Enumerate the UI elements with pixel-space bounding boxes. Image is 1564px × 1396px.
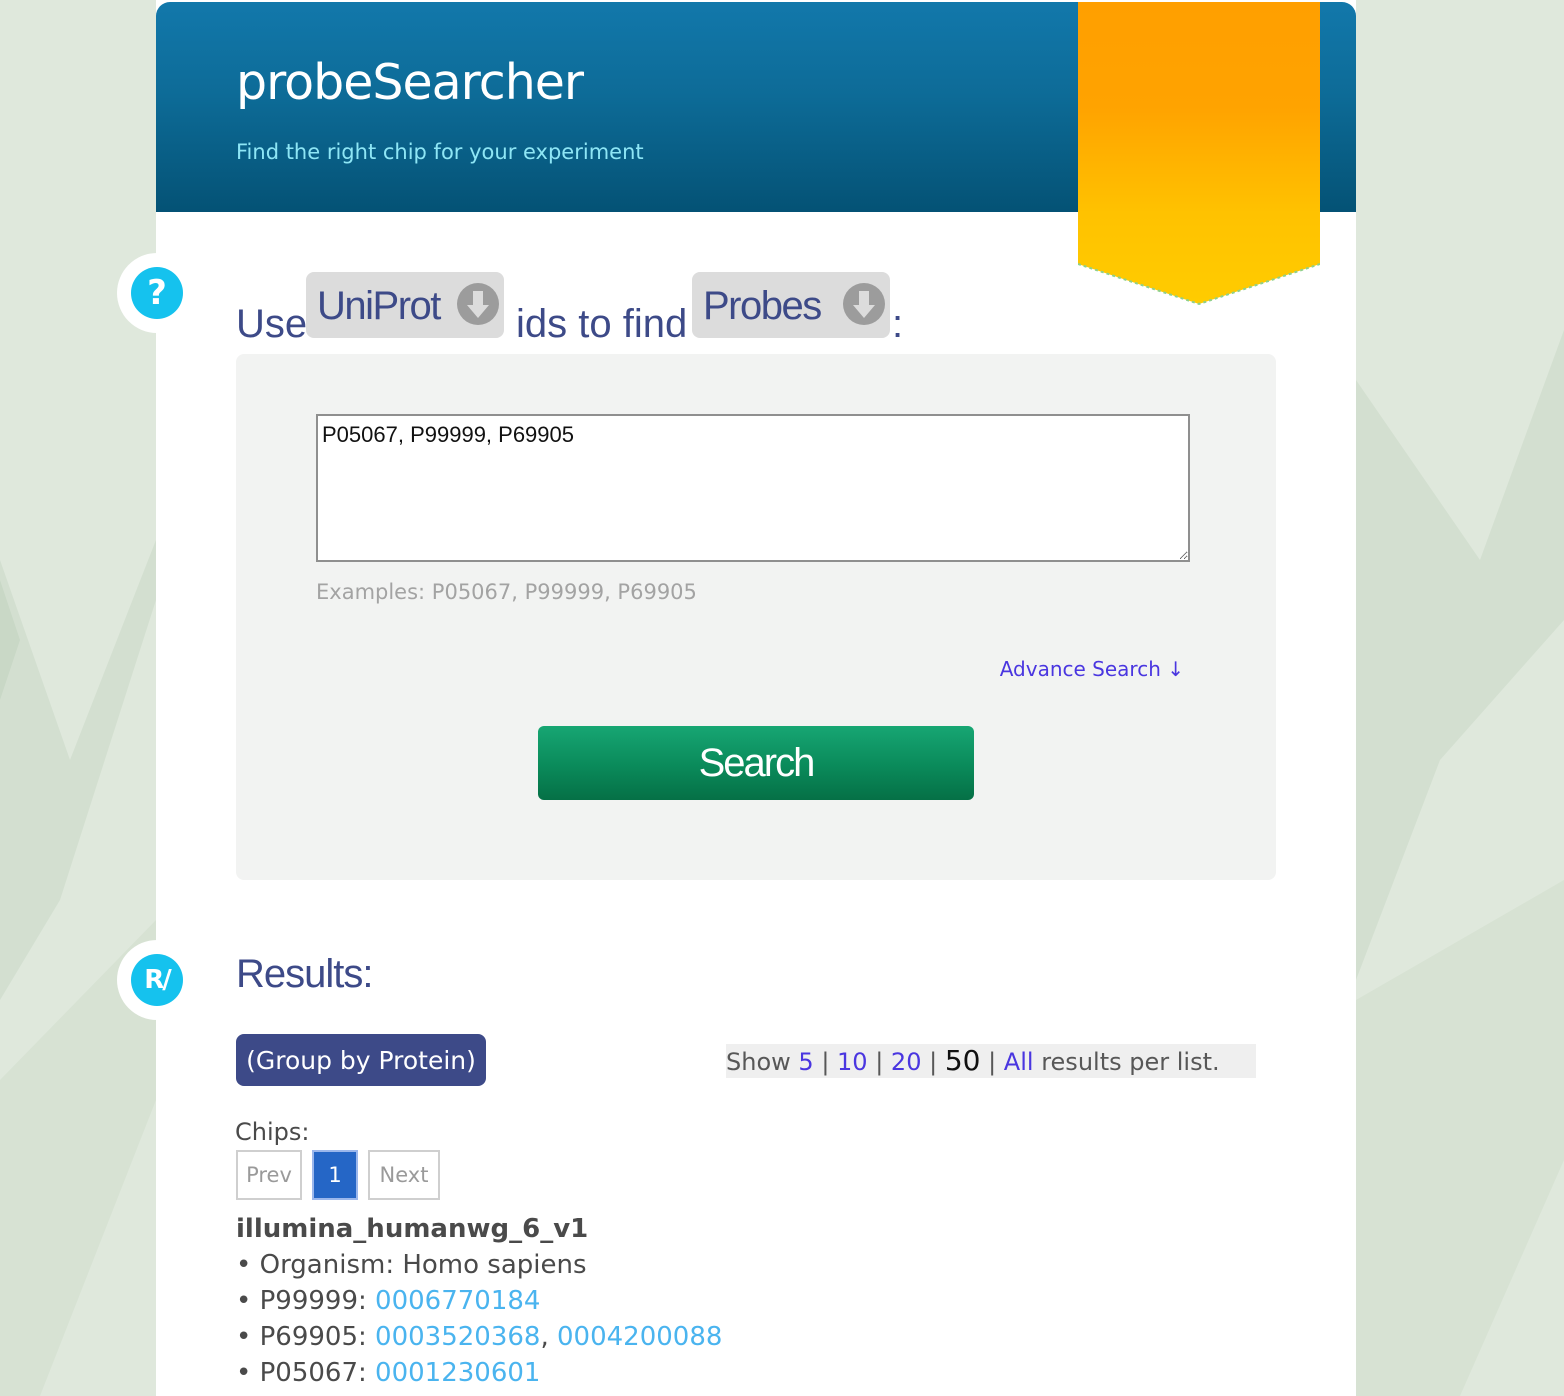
target-type-label: Probes	[703, 284, 822, 328]
pager-prev-button[interactable]: Prev	[236, 1150, 302, 1200]
pager-next-button[interactable]: Next	[368, 1150, 440, 1200]
protein-id: P99999	[259, 1286, 358, 1316]
question-mark-icon[interactable]: ?	[131, 267, 183, 319]
organism-label: Organism:	[259, 1250, 395, 1280]
source-type-label: UniProt	[317, 284, 441, 328]
circle-arrow-down-icon	[843, 283, 885, 325]
query-prefix: Use	[236, 302, 308, 346]
show-50-current: 50	[944, 1044, 981, 1077]
advance-search-link[interactable]: Advance Search ↓	[1000, 657, 1184, 681]
protein-line: • P99999: 0006770184	[236, 1286, 541, 1316]
app-subtitle: Find the right chip for your experiment	[236, 140, 644, 164]
search-form: P05067, P99999, P69905 Examples: P05067,…	[236, 354, 1276, 880]
results-icon-wrap: R/	[117, 940, 197, 1020]
show-prefix: Show	[726, 1048, 791, 1076]
results-title: Results:	[236, 952, 373, 996]
results-per-list: Show 5 | 10 | 20 | 50 | All results per …	[726, 1044, 1256, 1078]
chips-label: Chips:	[235, 1118, 310, 1146]
results-icon: R/	[131, 954, 183, 1006]
target-type-dropdown[interactable]: Probes	[692, 272, 890, 338]
search-button[interactable]: Search	[538, 726, 974, 800]
protein-line: • P69905: 0003520368, 0004200088	[236, 1322, 723, 1352]
query-suffix: :	[892, 302, 904, 346]
source-type-dropdown[interactable]: UniProt	[306, 272, 504, 338]
protein-id: P69905	[259, 1322, 358, 1352]
help-icon-wrap[interactable]: ?	[117, 253, 197, 333]
examples-hint: Examples: P05067, P99999, P69905	[316, 580, 697, 604]
app-title: probeSearcher	[236, 54, 584, 111]
circle-arrow-down-icon	[457, 283, 499, 325]
show-5-link[interactable]: 5	[798, 1048, 813, 1076]
show-suffix: results per list.	[1041, 1048, 1220, 1076]
probe-link[interactable]: 0004200088	[557, 1322, 722, 1352]
query-middle: ids to find	[516, 302, 688, 346]
show-20-link[interactable]: 20	[891, 1048, 922, 1076]
show-all-link[interactable]: All	[1004, 1048, 1034, 1076]
chip-name: illumina_humanwg_6_v1	[236, 1214, 589, 1244]
pager-page-1-button[interactable]: 1	[312, 1150, 358, 1200]
probe-link[interactable]: 0003520368	[375, 1322, 540, 1352]
show-10-link[interactable]: 10	[837, 1048, 868, 1076]
chip-organism-line: • Organism: Homo sapiens	[236, 1250, 587, 1280]
probe-link[interactable]: 0001230601	[375, 1358, 540, 1388]
id-input-textarea[interactable]: P05067, P99999, P69905	[316, 414, 1190, 562]
group-by-protein-button[interactable]: (Group by Protein)	[236, 1034, 486, 1086]
protein-line: • P05067: 0001230601	[236, 1358, 541, 1388]
probe-link[interactable]: 0006770184	[375, 1286, 540, 1316]
organism-value: Homo sapiens	[402, 1250, 587, 1280]
ribbon-bookmark	[1078, 2, 1320, 306]
protein-id: P05067	[259, 1358, 358, 1388]
